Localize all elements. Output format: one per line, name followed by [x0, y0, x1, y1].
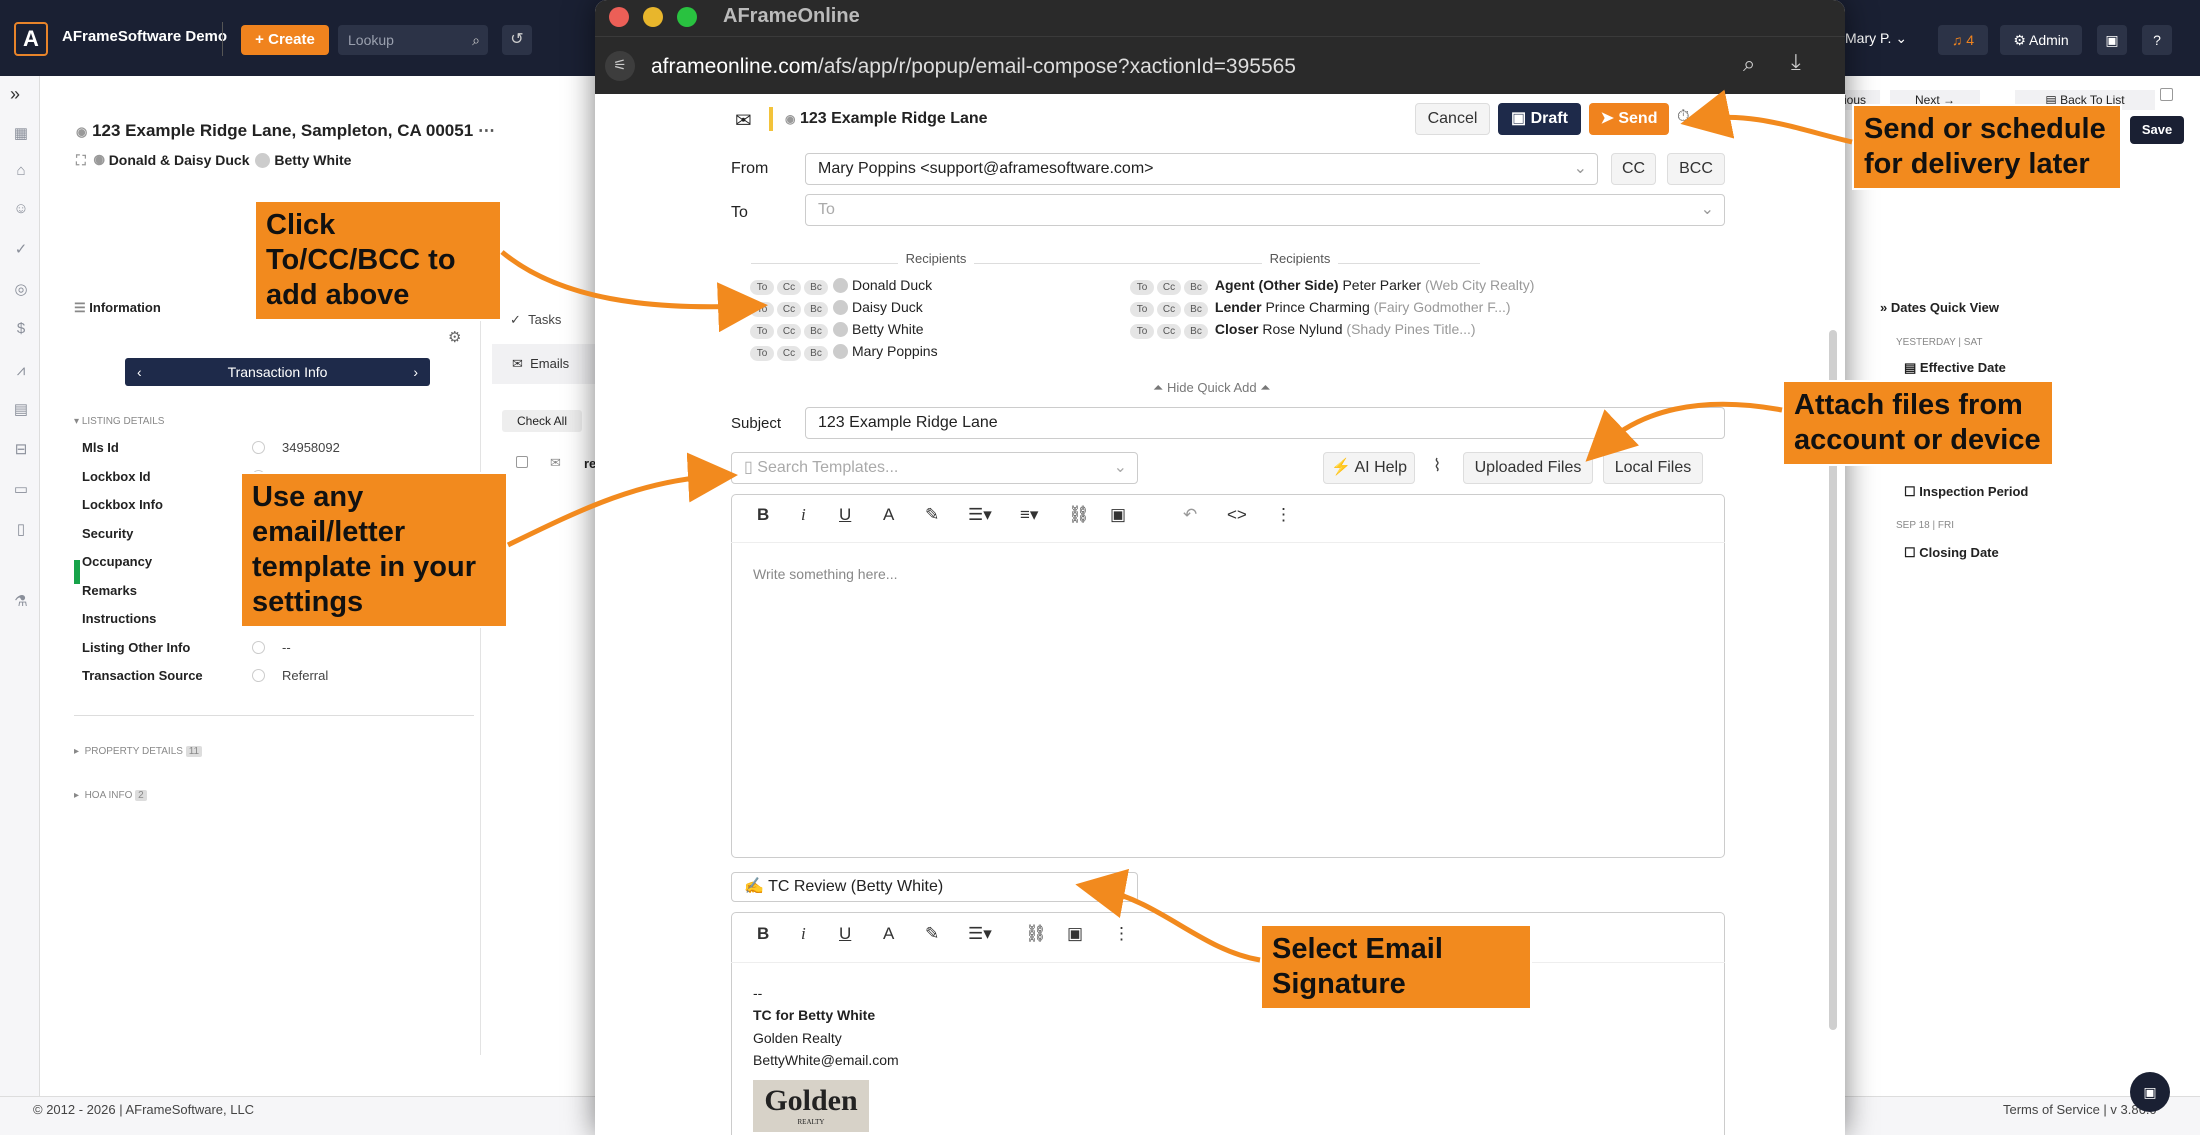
arrow-to-signature — [1075, 868, 1261, 963]
arrow-to-recipients — [500, 250, 768, 333]
arrow-to-templates — [506, 452, 738, 548]
arrow-to-send — [1680, 89, 1853, 145]
callout-arrows — [500, 89, 1853, 963]
arrow-to-attach — [1585, 401, 1783, 462]
